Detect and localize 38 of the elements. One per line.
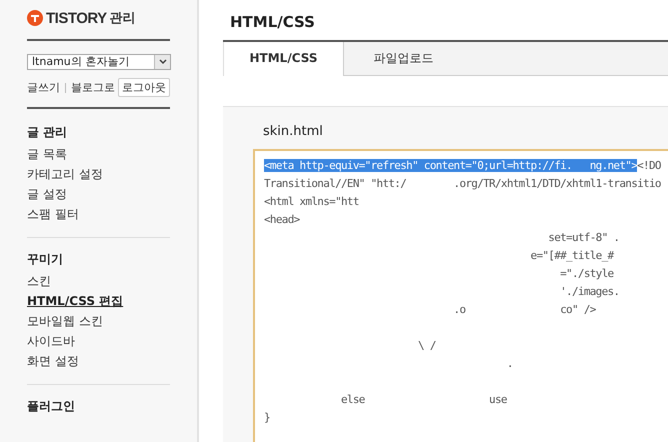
menu-item[interactable]: 글 설정 (27, 184, 67, 204)
tab[interactable]: HTML/CSS (223, 42, 344, 76)
page-title: HTML/CSS (229, 12, 316, 33)
code-text: ="./style (559, 267, 614, 280)
tab[interactable]: 파일업로드 (344, 42, 463, 75)
code-text: \ / (416, 339, 436, 352)
code-text: } (264, 411, 270, 424)
blog-select[interactable]: ltnamu의 혼자놀기 (27, 54, 171, 70)
logo-icon (27, 10, 43, 26)
section-title: 꾸미기 (27, 251, 64, 268)
code-text: set=utf-8" . (547, 231, 620, 244)
code-text: .o co" /> (452, 303, 596, 316)
section-title: 플러그인 (27, 398, 76, 415)
code-text: e="[##_title_# (530, 249, 614, 262)
menu-item[interactable]: 스킨 (27, 271, 51, 291)
brand-logo-text: TISTORY (46, 10, 107, 26)
file-name: skin.html (263, 123, 324, 141)
selected-code-text: <meta http-equiv="refresh" content="0;url=http://fi. ng.net"> (264, 159, 638, 172)
menu-item[interactable]: 카테고리 설정 (27, 164, 103, 184)
code-text: <!DO (637, 159, 661, 172)
menu-item[interactable]: HTML/CSS 편집 (27, 291, 124, 311)
logo-suffix: 관리 (110, 10, 136, 27)
code-text: Transitional//EN" "htt:/ .org/TR/xhtml1/DTD/xhtml1-transitio (264, 177, 661, 190)
code-text: . (506, 357, 513, 370)
menu-item[interactable]: 스팸 필터 (27, 204, 79, 224)
sidebar-link[interactable]: 글쓰기 (27, 80, 60, 95)
sidebar-link[interactable]: 블로그로 (71, 80, 115, 95)
menu-item[interactable]: 화면 설정 (27, 351, 79, 371)
menu-item[interactable]: 모바일웹 스킨 (27, 311, 103, 331)
code-text: <head> (264, 213, 300, 226)
menu-item[interactable]: 사이드바 (27, 331, 75, 351)
code-text: <html xmlns="htt (264, 195, 359, 208)
logout-button[interactable]: 로그아웃 (118, 78, 170, 97)
menu-item[interactable]: 글 목록 (27, 144, 67, 164)
code-text: else use (340, 393, 507, 406)
section-title: 글 관리 (27, 124, 68, 141)
code-text: './images. (559, 285, 620, 298)
code-editor[interactable] (253, 149, 668, 442)
